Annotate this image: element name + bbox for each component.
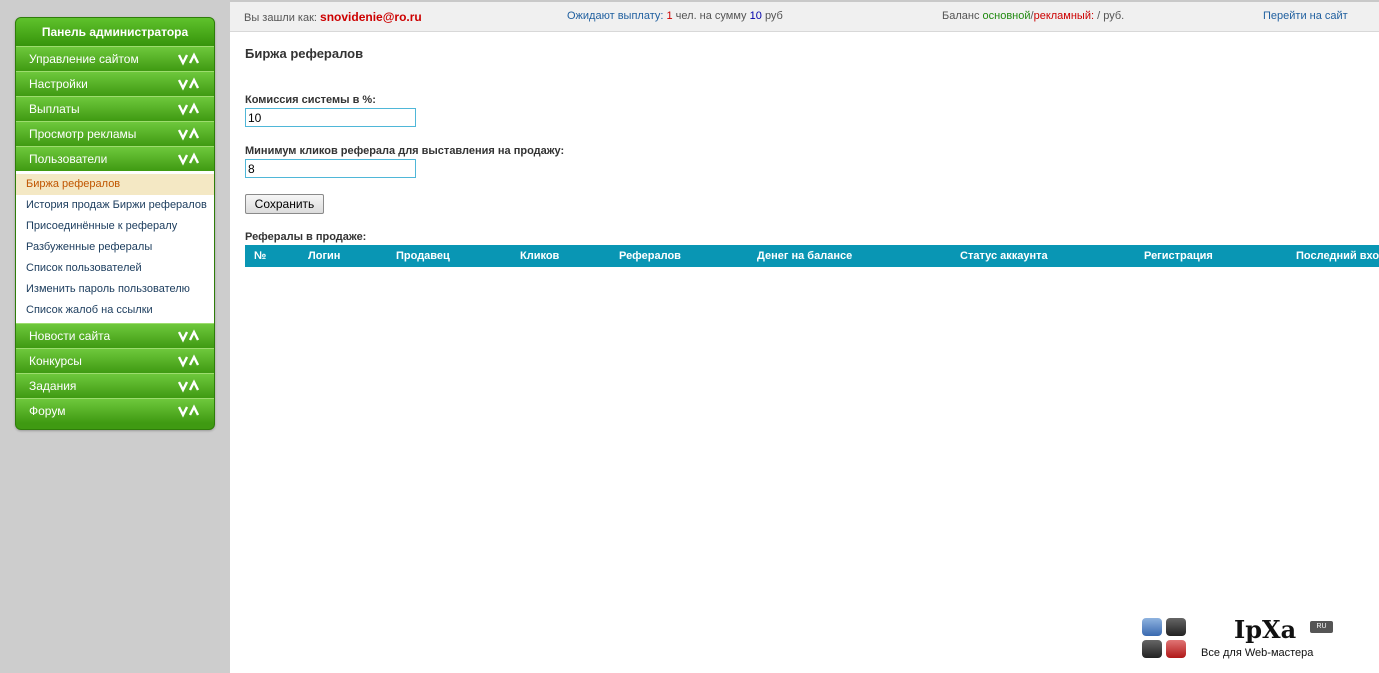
submenu-item[interactable]: Биржа рефералов bbox=[16, 174, 214, 195]
column-number[interactable]: № bbox=[254, 250, 266, 262]
balance-ad-label: рекламный: bbox=[1033, 10, 1095, 22]
double-chevron-icon[interactable] bbox=[177, 374, 200, 398]
balance-label: Баланс bbox=[942, 10, 980, 22]
submenu-item[interactable]: Присоединённые к рефералу bbox=[16, 216, 214, 237]
column-last-login[interactable]: Последний вход bbox=[1296, 250, 1379, 262]
logo-square-dark bbox=[1142, 640, 1162, 658]
double-chevron-icon[interactable] bbox=[177, 324, 200, 348]
users-submenu: Биржа рефералов История продаж Биржи рефе… bbox=[16, 171, 214, 323]
double-chevron-icon[interactable] bbox=[177, 399, 200, 423]
submenu-item[interactable]: Список пользователей bbox=[16, 258, 214, 279]
admin-panel: Панель администратора Управление сайтом Н… bbox=[15, 17, 215, 430]
column-balance[interactable]: Денег на балансе bbox=[757, 250, 852, 262]
column-login[interactable]: Логин bbox=[308, 250, 340, 262]
logged-in-info: Вы зашли как: snovidenie@ro.ru bbox=[244, 10, 422, 24]
column-account-status[interactable]: Статус аккаунта bbox=[960, 250, 1048, 262]
menu-section-label: Управление сайтом bbox=[29, 52, 139, 66]
menu-section[interactable]: Новости сайта bbox=[16, 323, 214, 348]
column-seller[interactable]: Продавец bbox=[396, 250, 450, 262]
submenu-item[interactable]: Разбуженные рефералы bbox=[16, 237, 214, 258]
payout-sum: 10 bbox=[749, 10, 762, 22]
menu-section[interactable]: Настройки bbox=[16, 71, 214, 96]
payout-currency: руб bbox=[764, 10, 783, 22]
balance-value: / руб. bbox=[1097, 10, 1125, 22]
column-registration[interactable]: Регистрация bbox=[1144, 250, 1213, 262]
menu-section[interactable]: Просмотр рекламы bbox=[16, 121, 214, 146]
site-logo[interactable]: IpXa RU Все для Web-мастера bbox=[1140, 615, 1340, 665]
min-clicks-input[interactable] bbox=[245, 159, 416, 178]
menu-section-label: Конкурсы bbox=[29, 354, 82, 368]
logo-square-dark bbox=[1166, 618, 1186, 636]
menu-section[interactable]: Задания bbox=[16, 373, 214, 398]
logo-square-red bbox=[1166, 640, 1186, 658]
payout-label: Ожидают выплату: bbox=[567, 10, 664, 22]
goto-site-link[interactable]: Перейти на сайт bbox=[1263, 10, 1348, 22]
double-chevron-icon[interactable] bbox=[177, 147, 200, 171]
min-clicks-label: Минимум кликов реферала для выставления … bbox=[245, 145, 565, 157]
payout-text: чел. на сумму bbox=[675, 10, 747, 22]
commission-label: Комиссия системы в %: bbox=[245, 94, 376, 106]
double-chevron-icon[interactable] bbox=[177, 47, 200, 71]
balance-main-label: основной bbox=[982, 10, 1031, 22]
payout-count: 1 bbox=[666, 10, 673, 22]
submenu-item[interactable]: История продаж Биржи рефералов bbox=[16, 195, 214, 216]
sidebar-background: Панель администратора Управление сайтом Н… bbox=[0, 0, 230, 673]
menu-section[interactable]: Конкурсы bbox=[16, 348, 214, 373]
menu-section[interactable]: Управление сайтом bbox=[16, 46, 214, 71]
logged-in-label: Вы зашли как: bbox=[244, 12, 317, 24]
menu-section-label: Настройки bbox=[29, 77, 88, 91]
double-chevron-icon[interactable] bbox=[177, 349, 200, 373]
submenu-item[interactable]: Изменить пароль пользователю bbox=[16, 279, 214, 300]
logo-badge: RU bbox=[1310, 621, 1333, 633]
top-bar: Вы зашли как: snovidenie@ro.ru Ожидают в… bbox=[230, 0, 1379, 32]
submenu-item[interactable]: Список жалоб на ссылки bbox=[16, 300, 214, 321]
user-email: snovidenie@ro.ru bbox=[320, 10, 422, 24]
double-chevron-icon[interactable] bbox=[177, 97, 200, 121]
page-title: Биржа рефералов bbox=[245, 46, 364, 61]
logo-tagline: Все для Web-мастера bbox=[1201, 647, 1314, 659]
commission-input[interactable] bbox=[245, 108, 416, 127]
logo-square-blue bbox=[1142, 618, 1162, 636]
double-chevron-icon[interactable] bbox=[177, 122, 200, 146]
menu-section-label: Выплаты bbox=[29, 102, 80, 116]
balance-info: Баланс основной/рекламный: / руб. bbox=[942, 10, 1124, 22]
double-chevron-icon[interactable] bbox=[177, 72, 200, 96]
menu-section-label: Новости сайта bbox=[29, 329, 111, 343]
column-referrals[interactable]: Рефералов bbox=[619, 250, 681, 262]
save-button[interactable]: Сохранить bbox=[245, 194, 324, 214]
panel-title: Панель администратора bbox=[16, 18, 214, 46]
column-clicks[interactable]: Кликов bbox=[520, 250, 559, 262]
menu-section-label: Форум bbox=[29, 404, 66, 418]
pending-payouts: Ожидают выплату: 1 чел. на сумму 10 руб bbox=[567, 10, 783, 22]
menu-section[interactable]: Пользователи bbox=[16, 146, 214, 171]
menu-section[interactable]: Форум bbox=[16, 398, 214, 423]
menu-section-label: Просмотр рекламы bbox=[29, 127, 137, 141]
table-header: № Логин Продавец Кликов Рефералов Денег … bbox=[245, 245, 1379, 267]
table-title: Рефералы в продаже: bbox=[245, 231, 367, 243]
logo-name: IpXa bbox=[1234, 615, 1297, 644]
menu-section-label: Задания bbox=[29, 379, 77, 393]
menu-section[interactable]: Выплаты bbox=[16, 96, 214, 121]
menu-section-label: Пользователи bbox=[29, 152, 108, 166]
